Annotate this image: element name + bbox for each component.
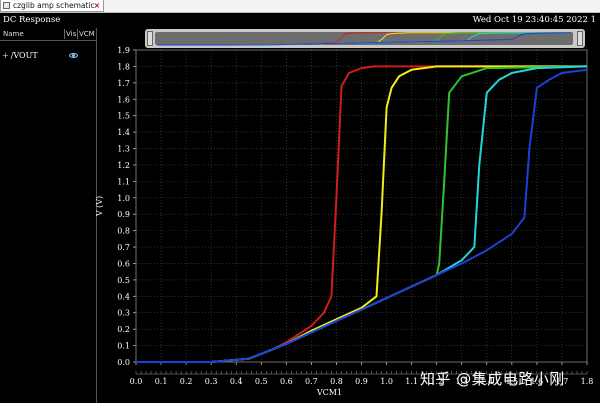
- x-tick-label: 1.1: [405, 377, 418, 386]
- y-tick-label: 0.1: [117, 342, 130, 351]
- x-tick-label: 0.1: [155, 377, 168, 386]
- x-tick-label: 0.8: [330, 377, 343, 386]
- y-tick-label: 1.6: [117, 95, 130, 104]
- y-tick-label: 0.9: [117, 210, 130, 219]
- y-tick-label: 1.8: [117, 62, 130, 71]
- x-axis-label: VCM1: [316, 388, 342, 397]
- y-tick-label: 1.4: [117, 128, 130, 137]
- y-tick-label: 1.7: [117, 79, 130, 88]
- y-tick-label: 1.3: [117, 145, 130, 154]
- y-tick-label: 1.9: [117, 46, 130, 55]
- y-tick-label: 0.0: [117, 358, 130, 367]
- y-tick-label: 1.1: [117, 177, 130, 186]
- x-tick-label: 0.2: [180, 377, 193, 386]
- y-tick-label: 0.2: [117, 325, 130, 334]
- y-tick-label: 1.2: [117, 161, 130, 170]
- x-tick-label: 0.0: [130, 377, 143, 386]
- y-axis-label: V (V): [95, 196, 104, 217]
- y-tick-label: 0.4: [117, 292, 130, 301]
- x-tick-label: 0.9: [355, 377, 368, 386]
- x-tick-label: 0.3: [205, 377, 218, 386]
- x-tick-label: 0.6: [280, 377, 293, 386]
- y-tick-label: 0.8: [117, 227, 130, 236]
- y-tick-label: 0.3: [117, 309, 130, 318]
- x-tick-label: 0.5: [255, 377, 268, 386]
- x-tick-label: 0.7: [305, 377, 318, 386]
- x-tick-label: 0.4: [230, 377, 243, 386]
- dc-response-chart[interactable]: 0.0 0.1 0.2 0.3 0.4 0.5 0.6 0.7 0.8 0.9 1.0 1.1 1.2 1…: [0, 0, 600, 403]
- y-tick-label: 1.0: [117, 194, 130, 203]
- y-tick-label: 0.6: [117, 259, 130, 268]
- watermark: 知乎 @集成电路小刚: [420, 370, 565, 388]
- y-tick-label: 1.5: [117, 112, 130, 121]
- x-tick-label: 1.8: [581, 377, 594, 386]
- overview-series-line-5: [157, 32, 572, 46]
- y-tick-label: 0.5: [117, 276, 130, 285]
- x-tick-label: 1.0: [380, 377, 393, 386]
- y-tick-label: 0.7: [117, 243, 130, 252]
